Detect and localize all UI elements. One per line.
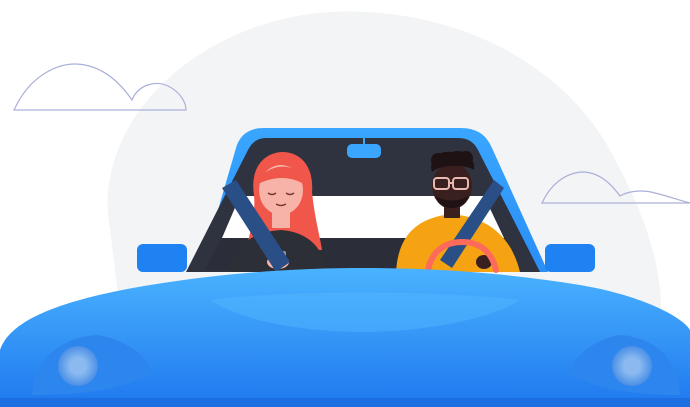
right-side-mirror bbox=[545, 244, 595, 272]
illustration-canvas bbox=[0, 11, 690, 407]
rearview-mirror bbox=[347, 144, 381, 158]
left-side-mirror bbox=[137, 244, 187, 272]
car-illustration bbox=[0, 0, 690, 407]
bumper-shadow bbox=[0, 398, 690, 407]
